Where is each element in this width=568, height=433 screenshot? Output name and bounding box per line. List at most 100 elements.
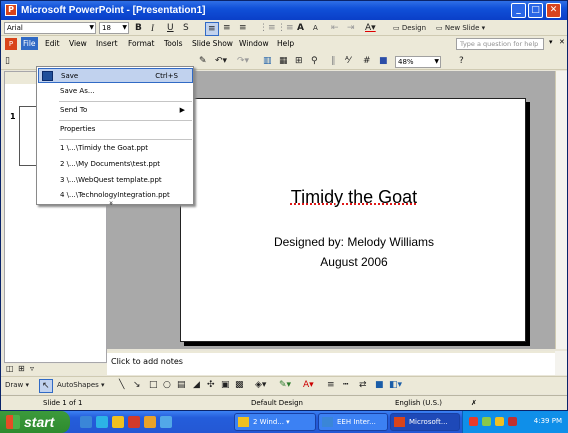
tray-icon[interactable] [508,417,517,426]
color-grayscale-icon[interactable]: ■ [379,55,388,67]
slide-subtitle-line-1[interactable]: Designed by: Melody Williams [181,235,527,249]
recent-file-1[interactable]: 1 \...\Timidy the Goat.ppt [38,141,193,156]
expand-all-icon[interactable]: ‖ [331,55,336,67]
slide-show-icon[interactable]: ▿ [30,363,34,375]
menu-help[interactable]: Help [277,39,294,48]
text-box-icon[interactable]: ▤ [177,379,186,391]
select-objects-icon[interactable]: ↖ [39,379,53,393]
autoshapes-button[interactable]: AutoShapes ▾ [57,379,105,391]
picture-icon[interactable]: ▩ [235,379,244,391]
menu-format[interactable]: Format [128,39,154,48]
undo-icon[interactable]: ↶▾ [215,55,227,67]
slide-title[interactable]: Timidy the Goat [181,187,527,208]
align-center-icon[interactable]: ≡ [223,22,231,34]
taskbar-task-powerpoint[interactable]: Microsoft... [390,413,460,431]
font-color-draw-icon[interactable]: A▾ [303,379,314,391]
normal-view-icon[interactable]: ◫ [6,363,14,375]
bullets-icon[interactable]: ⋮≡ [277,22,294,34]
wordart-icon[interactable]: ◢ [193,379,200,391]
redo-icon[interactable]: ↷▾ [237,55,249,67]
powerpoint-app-icon[interactable]: P [5,4,17,16]
vertical-scrollbar[interactable] [555,71,567,349]
slide-canvas[interactable]: Timidy the Goat Designed by: Melody Will… [180,98,526,342]
outlook-quicklaunch-icon[interactable] [96,416,108,428]
recent-file-3[interactable]: 3 \...\WebQuest template.ppt [38,173,193,188]
help-icon[interactable]: ? [459,55,464,67]
close-button[interactable]: ✕ [546,3,561,18]
messenger-quicklaunch-icon[interactable] [144,416,156,428]
clip-art-icon[interactable]: ▣ [221,379,230,391]
document-icon[interactable]: P [5,38,17,50]
bold-button[interactable]: B [135,22,142,34]
menu-tools[interactable]: Tools [164,39,182,48]
show-grid-icon[interactable]: # [363,55,371,67]
folder-quicklaunch-icon[interactable] [112,416,124,428]
new-slide-button[interactable]: ▭ New Slide ▾ [436,22,485,34]
font-color-icon[interactable]: A▾ [365,22,376,34]
expand-menu-chevron-icon[interactable]: » [107,201,115,205]
align-left-icon[interactable]: ≡ [205,22,219,36]
media-quicklaunch-icon[interactable] [128,416,140,428]
notes-pane[interactable]: Click to add notes [107,351,555,375]
slide-subtitle-line-2[interactable]: August 2006 [181,255,527,269]
align-right-icon[interactable]: ≡ [239,22,247,34]
taskbar-task-windows-group[interactable]: 2 Wind... ▾ [234,413,316,431]
hyperlink-icon[interactable]: ⚲ [311,55,318,67]
tray-icon[interactable] [469,417,478,426]
grow-font-button[interactable]: A [297,22,304,34]
taskbar-task-browser[interactable]: EEH Inter... [318,413,388,431]
rectangle-icon[interactable]: □ [149,379,158,391]
recent-file-4[interactable]: 4 \...\TechnologyIntegration.ppt [38,188,193,203]
slide-sorter-icon[interactable]: ⊞ [18,363,25,375]
menu-window[interactable]: Window [239,39,269,48]
design-button[interactable]: ▭ Design [393,22,426,34]
decrease-indent-icon[interactable]: ⇤ [331,22,339,34]
show-formatting-icon[interactable]: ᴬ⁄ [345,55,350,67]
draw-menu-button[interactable]: Draw ▾ [5,379,29,391]
tables-borders-icon[interactable]: ⊞ [295,55,303,67]
font-size-combo[interactable]: 18 ▼ [99,22,129,34]
oval-icon[interactable]: ○ [163,379,171,391]
menu-item-properties[interactable]: Properties [38,122,193,137]
menu-item-save-as[interactable]: Save As... [38,84,193,99]
arrow-style-icon[interactable]: ⇄ [359,379,367,391]
line-color-icon[interactable]: ✎▾ [279,379,291,391]
help-dropdown-icon[interactable]: ▾ [549,38,553,46]
shadow-button[interactable]: S [183,22,189,34]
menu-edit[interactable]: Edit [45,39,60,48]
menu-file[interactable]: File [21,37,38,50]
title-bar[interactable]: P Microsoft PowerPoint - [Presentation1]… [1,1,567,20]
numbering-icon[interactable]: ⋮≡ [259,22,276,34]
menu-item-send-to[interactable]: Send To ▶ [38,103,193,118]
tray-icon[interactable] [495,417,504,426]
chart-icon[interactable]: ▥ [263,55,272,67]
table-icon[interactable]: ▦ [279,55,288,67]
tray-icon[interactable] [482,417,491,426]
arrow-icon[interactable]: ↘ [133,379,141,391]
ie-quicklaunch-icon[interactable] [80,416,92,428]
menu-item-save[interactable]: Save Ctrl+S [38,68,193,83]
italic-button[interactable]: I [151,22,154,34]
increase-indent-icon[interactable]: ⇥ [347,22,355,34]
underline-button[interactable]: U [167,22,174,34]
shadow-style-icon[interactable]: ■ [375,379,384,391]
new-document-icon[interactable]: ▯ [5,55,10,67]
menu-slide-show[interactable]: Slide Show [192,39,233,48]
menu-insert[interactable]: Insert [96,39,118,48]
zoom-combo[interactable]: 48% ▼ [395,56,441,68]
start-button[interactable]: start [0,411,70,433]
show-desktop-quicklaunch-icon[interactable] [160,416,172,428]
dash-style-icon[interactable]: ┅ [343,379,348,391]
3d-style-icon[interactable]: ◧▾ [389,379,402,391]
font-name-combo[interactable]: Arial ▼ [4,22,96,34]
diagram-icon[interactable]: ✣ [207,379,215,391]
close-document-icon[interactable]: ✕ [559,38,565,46]
menu-view[interactable]: View [69,39,87,48]
recent-file-2[interactable]: 2 \...\My Documents\test.ppt [38,157,193,172]
ask-a-question-input[interactable]: Type a question for help [456,38,544,50]
line-style-icon[interactable]: ≡ [327,379,335,391]
fill-color-icon[interactable]: ◈▾ [255,379,266,391]
notes-scrollbar[interactable] [555,351,567,375]
minimize-button[interactable]: _ [511,3,526,18]
format-painter-icon[interactable]: ✎ [199,55,207,67]
